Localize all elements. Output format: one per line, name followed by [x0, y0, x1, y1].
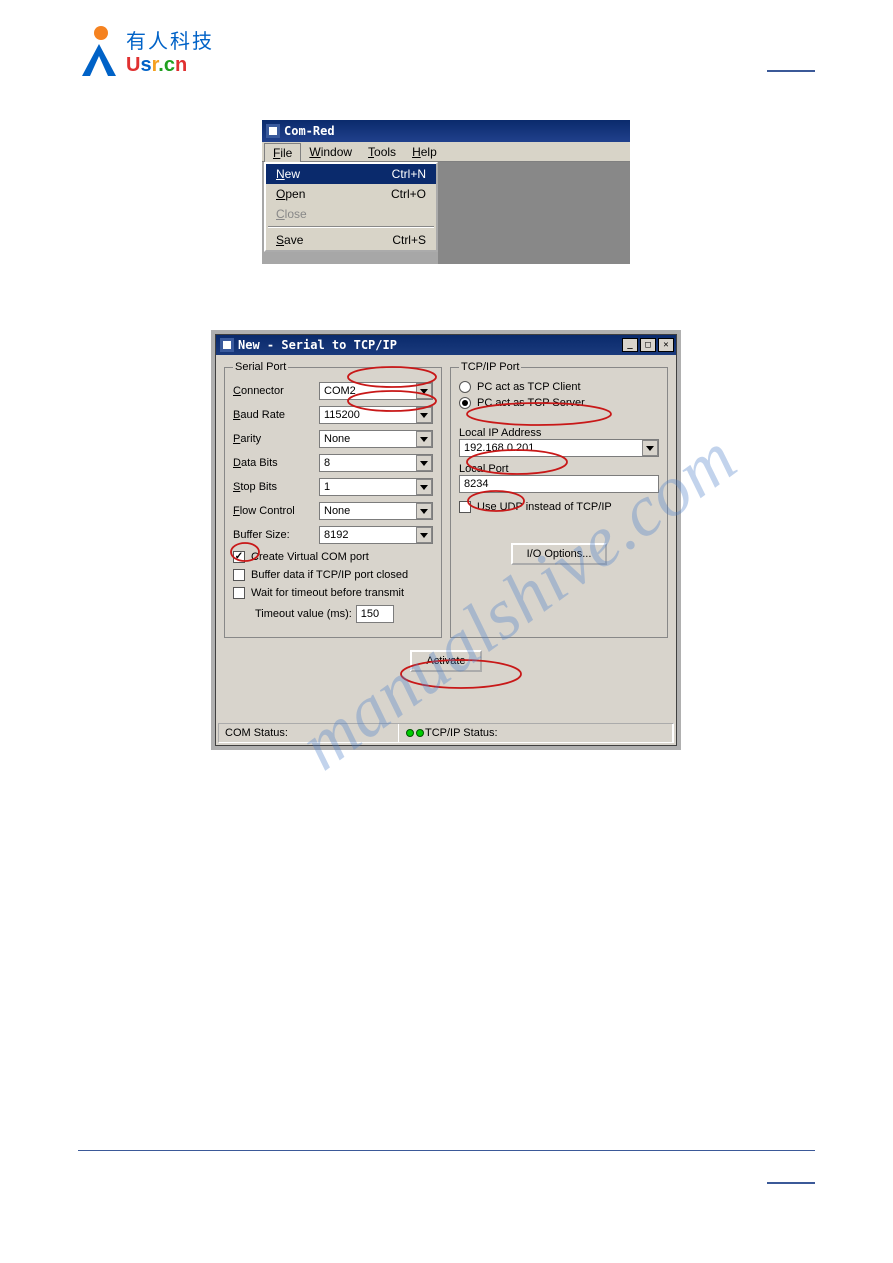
dialog-titlebar: New - Serial to TCP/IP _ □ ✕: [216, 335, 676, 355]
timeout-input[interactable]: 150: [356, 605, 394, 623]
com-status-label: COM Status:: [225, 727, 288, 739]
menu-item-close: Close: [266, 204, 436, 224]
timeout-label: Timeout value (ms):: [255, 608, 352, 620]
radio-icon[interactable]: [459, 381, 471, 393]
checkbox-icon[interactable]: [233, 551, 245, 563]
databits-label: Data Bits: [233, 457, 319, 469]
local-port-input[interactable]: 8234: [459, 475, 659, 493]
baud-combo[interactable]: 115200: [319, 406, 433, 424]
menu-window[interactable]: Window: [301, 143, 360, 161]
footer-rule: [78, 1150, 815, 1151]
stopbits-label: Stop Bits: [233, 481, 319, 493]
connector-combo[interactable]: COM2: [319, 382, 433, 400]
parity-combo[interactable]: None: [319, 430, 433, 448]
buffer-label: Buffer Size:: [233, 529, 319, 541]
screenshot-comred-menu: Com-Red File Window Tools Help NewCtrl+N…: [262, 120, 630, 264]
file-menu-dropdown[interactable]: NewCtrl+N OpenCtrl+O Close SaveCtrl+S: [264, 162, 438, 252]
chevron-down-icon[interactable]: [642, 440, 658, 456]
menu-tools[interactable]: Tools: [360, 143, 404, 161]
status-bar: COM Status: TCP/IP Status:: [218, 723, 674, 743]
buffer-data-checkbox[interactable]: Buffer data if TCP/IP port closed: [233, 569, 433, 581]
activate-button[interactable]: Activate: [410, 650, 481, 672]
chevron-down-icon[interactable]: [416, 455, 432, 471]
minimize-button[interactable]: _: [622, 338, 638, 352]
chevron-down-icon[interactable]: [416, 431, 432, 447]
brand-cn: 有人科技: [126, 31, 214, 54]
window-title: Com-Red: [284, 124, 335, 138]
menu-item-save[interactable]: SaveCtrl+S: [266, 230, 436, 250]
parity-label: Parity: [233, 433, 319, 445]
chevron-down-icon[interactable]: [416, 407, 432, 423]
logo-figure-icon: [78, 26, 120, 82]
flow-label: Flow Control: [233, 505, 319, 517]
screenshot-serial-tcp-dialog: New - Serial to TCP/IP _ □ ✕ Serial Port…: [211, 330, 681, 750]
buffer-combo[interactable]: 8192: [319, 526, 433, 544]
tcpip-legend: TCP/IP Port: [459, 361, 521, 373]
stopbits-combo[interactable]: 1: [319, 478, 433, 496]
radio-tcp-server[interactable]: PC act as TCP Server: [459, 397, 659, 409]
app-icon: [220, 338, 234, 352]
chevron-down-icon[interactable]: [416, 479, 432, 495]
chevron-down-icon[interactable]: [416, 503, 432, 519]
status-led-icon: [406, 729, 414, 737]
menu-item-new[interactable]: NewCtrl+N: [266, 164, 436, 184]
tcpip-port-group: TCP/IP Port PC act as TCP Client PC act …: [450, 361, 668, 638]
wait-timeout-checkbox[interactable]: Wait for timeout before transmit: [233, 587, 433, 599]
menu-help[interactable]: Help: [404, 143, 445, 161]
radio-tcp-client[interactable]: PC act as TCP Client: [459, 381, 659, 393]
menu-item-open[interactable]: OpenCtrl+O: [266, 184, 436, 204]
brand-logo: 有人科技 Usr.cn: [78, 26, 214, 82]
close-button[interactable]: ✕: [658, 338, 674, 352]
tcp-status-label: TCP/IP Status:: [425, 727, 498, 739]
flow-combo[interactable]: None: [319, 502, 433, 520]
serial-port-group: Serial Port Connector COM2 Baud Rate 115…: [224, 361, 442, 638]
connector-label: Connector: [233, 385, 319, 397]
io-options-button[interactable]: I/O Options...: [511, 543, 608, 565]
window-titlebar: Com-Red: [262, 120, 630, 142]
menu-file[interactable]: File: [264, 143, 301, 163]
create-vcom-checkbox[interactable]: Create Virtual COM port: [233, 551, 433, 563]
status-led-icon: [416, 729, 424, 737]
chevron-down-icon[interactable]: [416, 527, 432, 543]
mdi-client-area: [438, 162, 630, 264]
menubar[interactable]: File Window Tools Help: [262, 142, 630, 162]
radio-icon[interactable]: [459, 397, 471, 409]
chevron-down-icon[interactable]: [416, 383, 432, 399]
checkbox-icon[interactable]: [233, 587, 245, 599]
maximize-button[interactable]: □: [640, 338, 656, 352]
local-ip-combo[interactable]: 192.168.0.201: [459, 439, 659, 457]
header-rule: [767, 70, 815, 72]
databits-combo[interactable]: 8: [319, 454, 433, 472]
dialog-title: New - Serial to TCP/IP: [238, 338, 397, 352]
brand-en: Usr.cn: [126, 54, 214, 77]
baud-label: Baud Rate: [233, 409, 319, 421]
local-ip-label: Local IP Address: [459, 427, 659, 439]
local-port-label: Local Port: [459, 463, 659, 475]
use-udp-checkbox[interactable]: Use UDP instead of TCP/IP: [459, 501, 659, 513]
checkbox-icon[interactable]: [459, 501, 471, 513]
checkbox-icon[interactable]: [233, 569, 245, 581]
footer-mark: [767, 1182, 815, 1184]
app-icon: [266, 124, 280, 138]
serial-port-legend: Serial Port: [233, 361, 288, 373]
